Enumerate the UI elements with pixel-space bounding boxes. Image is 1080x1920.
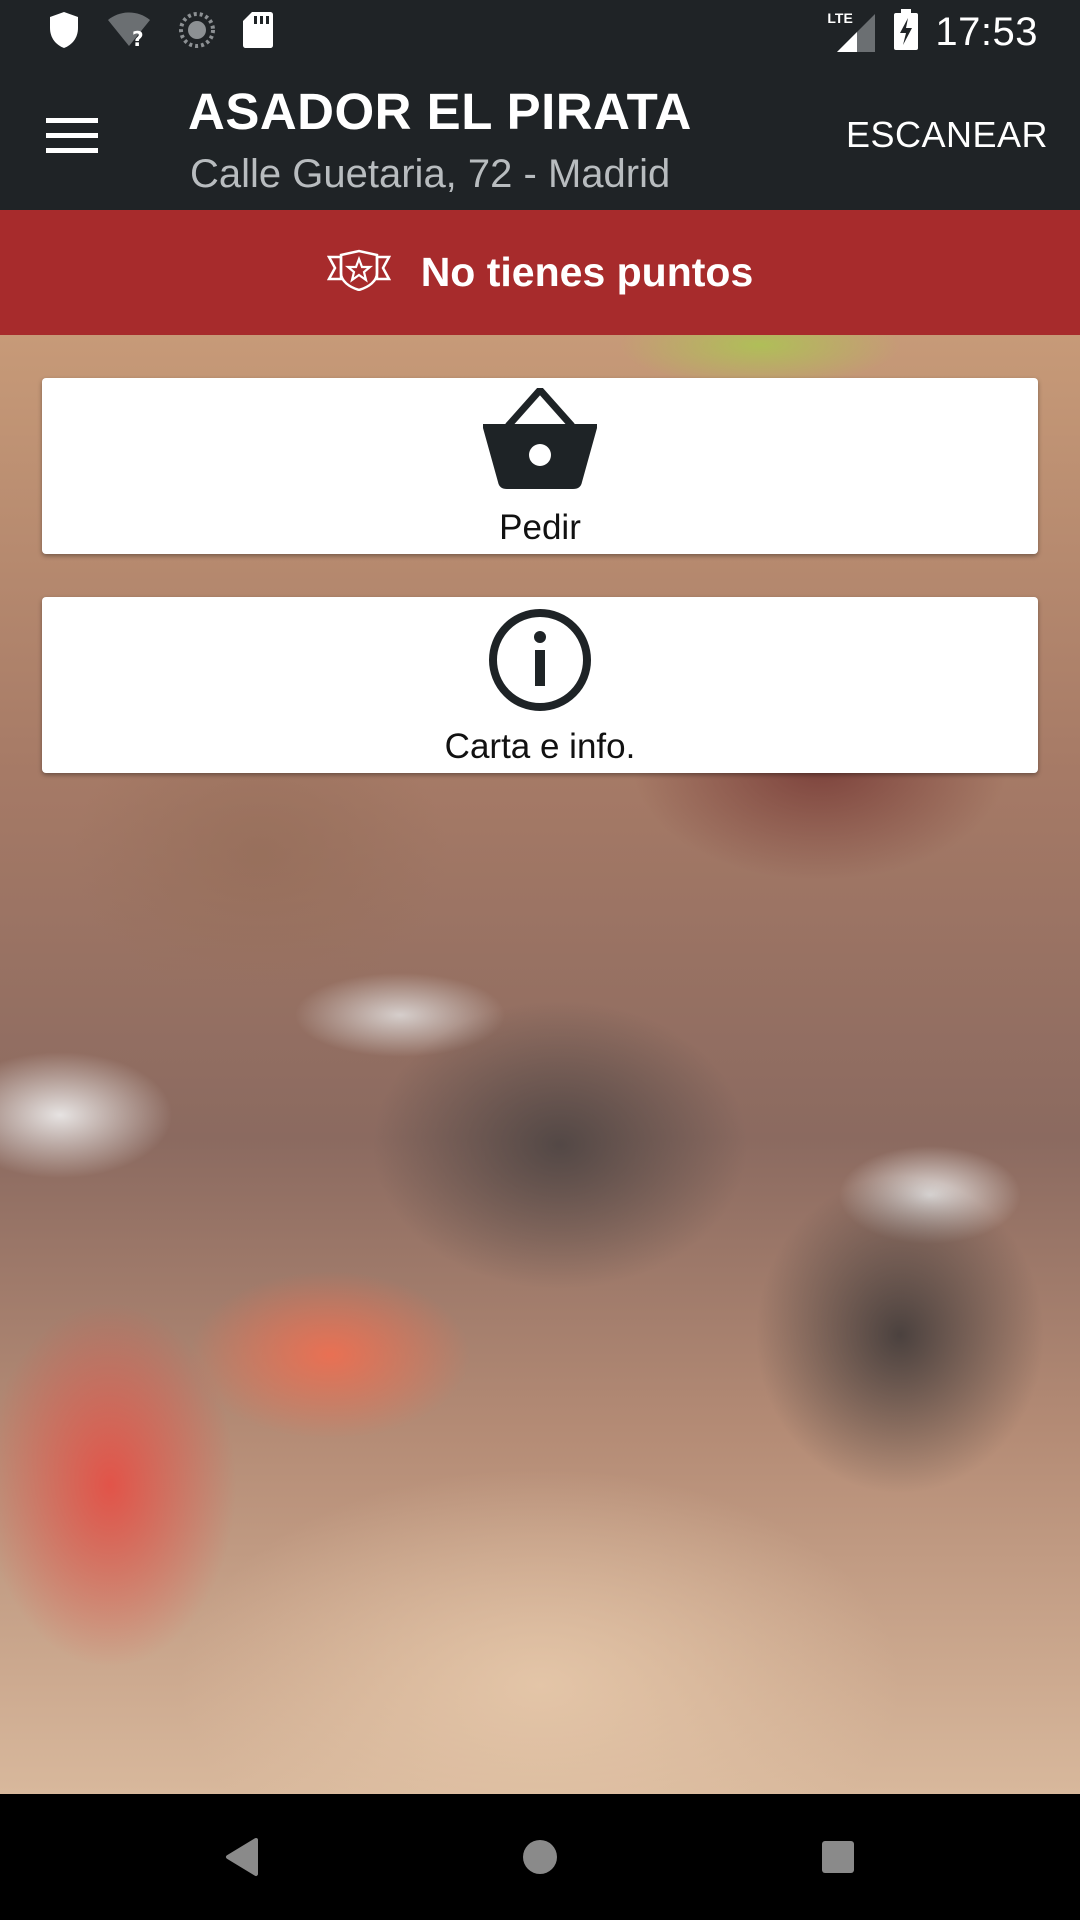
status-bar: ? LTE 17:53 — [0, 0, 1080, 64]
lte-signal-icon: LTE — [827, 10, 877, 54]
order-card[interactable]: Pedir — [42, 378, 1038, 554]
navigation-bar — [0, 1794, 1080, 1920]
restaurant-address: Calle Guetaria, 72 - Madrid — [190, 152, 671, 196]
points-banner: No tienes puntos — [0, 210, 1080, 335]
back-icon — [224, 1837, 260, 1882]
wifi-unknown-icon: ? — [106, 12, 152, 53]
loading-icon — [178, 11, 216, 54]
menu-button[interactable] — [32, 102, 112, 174]
basket-icon — [481, 386, 599, 501]
sd-card-icon — [242, 11, 274, 54]
info-label: Carta e info. — [444, 727, 636, 766]
home-icon — [520, 1837, 560, 1882]
info-icon — [486, 606, 594, 719]
menu-icon — [46, 116, 98, 161]
home-button[interactable] — [505, 1824, 575, 1894]
restaurant-title: ASADOR EL PIRATA — [188, 83, 692, 140]
app-bar: ASADOR EL PIRATA Calle Guetaria, 72 - Ma… — [0, 64, 1080, 210]
recents-button[interactable] — [803, 1824, 873, 1894]
recents-icon — [820, 1839, 856, 1880]
scan-button[interactable]: ESCANEAR — [846, 114, 1048, 156]
status-time: 17:53 — [935, 9, 1038, 54]
svg-text:?: ? — [132, 27, 144, 48]
order-label: Pedir — [499, 508, 581, 547]
back-button[interactable] — [207, 1824, 277, 1894]
battery-charging-icon — [893, 8, 919, 56]
status-left-icons: ? — [48, 10, 274, 54]
points-status-text: No tienes puntos — [420, 249, 754, 295]
shield-icon — [48, 10, 80, 55]
info-card[interactable]: Carta e info. — [42, 597, 1038, 773]
badge-star-icon — [326, 249, 391, 296]
status-right-icons: LTE 17:53 — [827, 8, 1038, 56]
lte-label: LTE — [827, 10, 853, 26]
